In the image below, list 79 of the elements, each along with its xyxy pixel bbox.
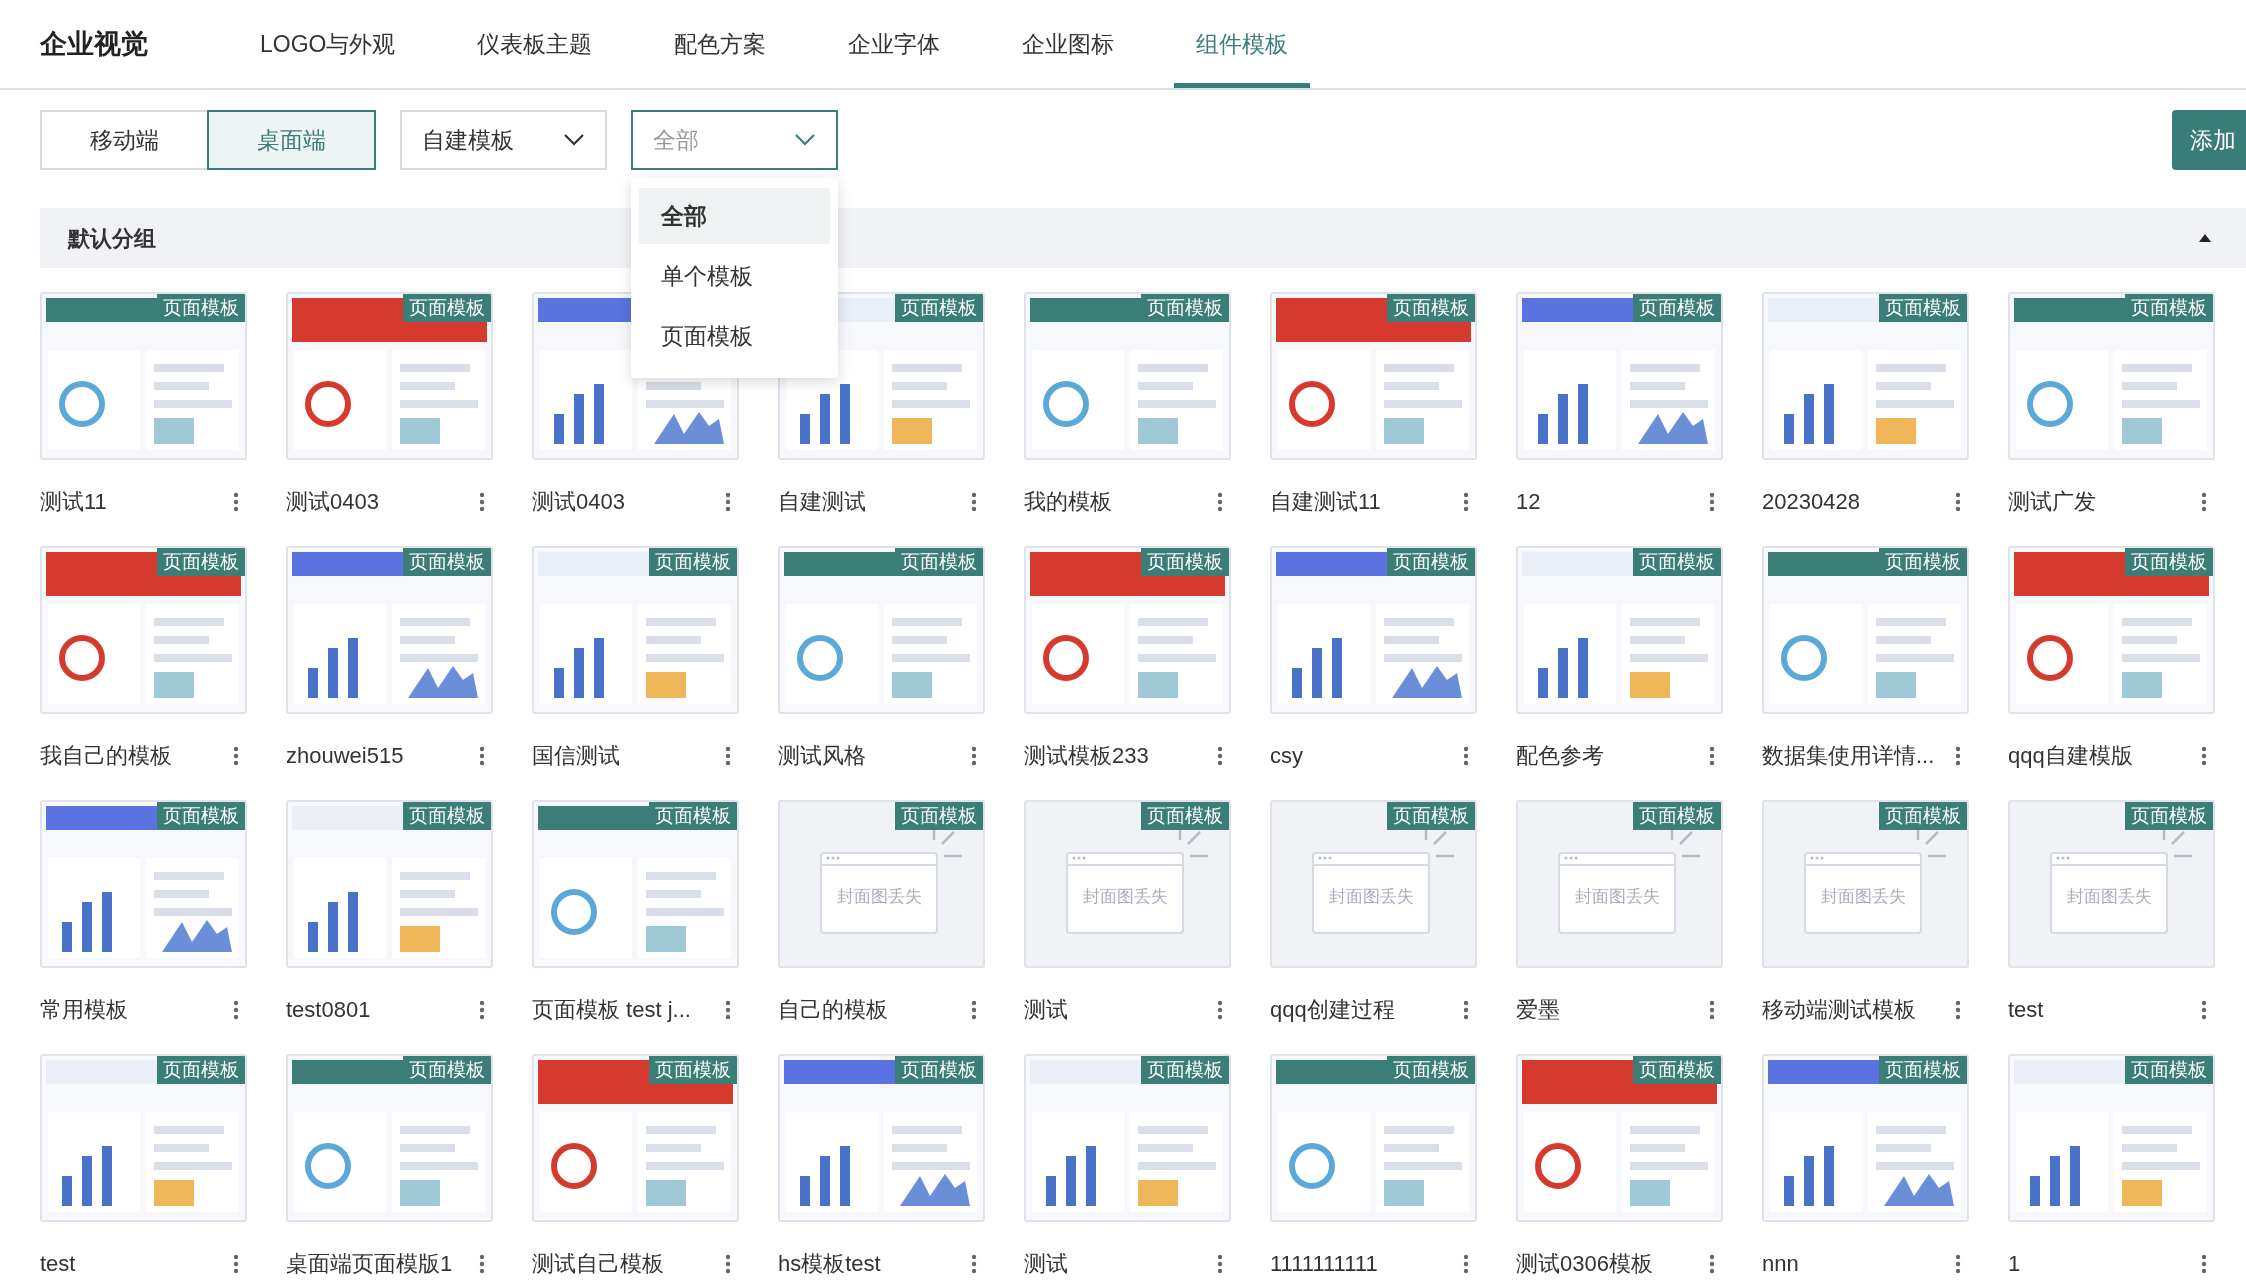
template-tag: 页面模板: [649, 802, 737, 830]
template-name: 桌面端页面模版1: [286, 1250, 453, 1278]
template-name: 12: [1516, 488, 1541, 516]
template-tag: 页面模板: [1141, 294, 1229, 322]
missing-cover-text: 封面图丢失: [1327, 886, 1415, 908]
template-tag: 页面模板: [1879, 802, 1967, 830]
template-name: 配色参考: [1516, 742, 1604, 770]
missing-cover-text: 封面图丢失: [1081, 886, 1169, 908]
template-name: 测试: [1024, 1250, 1068, 1278]
template-tag: 页面模板: [1141, 1056, 1229, 1084]
template-name: 自建测试: [778, 488, 866, 516]
template-tag: 页面模板: [895, 802, 983, 830]
template-name: qqq自建模版: [2008, 742, 2133, 770]
template-name: 测试0306模板: [1516, 1250, 1653, 1278]
template-tag: 页面模板: [649, 548, 737, 576]
template-name: test: [2008, 996, 2044, 1024]
template-name: 测试模板233: [1024, 742, 1149, 770]
template-name: test0801: [286, 996, 371, 1024]
template-name: 移动端测试模板: [1762, 996, 1916, 1024]
template-tag: 页面模板: [403, 548, 491, 576]
template-tag: 页面模板: [1633, 548, 1721, 576]
template-tag: 页面模板: [157, 802, 245, 830]
template-tag: 页面模板: [2125, 294, 2213, 322]
template-name: 1: [2008, 1250, 2021, 1278]
template-tag: 页面模板: [895, 548, 983, 576]
template-name: 页面模板 test j...: [532, 996, 691, 1024]
brand-title: 企业视觉: [40, 27, 148, 61]
template-tag: 页面模板: [1141, 802, 1229, 830]
template-tag: 页面模板: [1879, 294, 1967, 322]
missing-cover-text: 封面图丢失: [1819, 886, 1907, 908]
template-name: 测试自己模板: [532, 1250, 664, 1278]
template-name: csy: [1270, 742, 1303, 770]
group-title: 默认分组: [68, 224, 156, 253]
template-tag: 页面模板: [2125, 802, 2213, 830]
template-name: 测试0403: [286, 488, 379, 516]
missing-cover-text: 封面图丢失: [835, 886, 923, 908]
template-tag: 页面模板: [1633, 802, 1721, 830]
template-tag: 页面模板: [1387, 294, 1475, 322]
template-name: zhouwei515: [286, 742, 404, 770]
template-tag: 页面模板: [157, 1056, 245, 1084]
template-name: 1111111111: [1270, 1250, 1378, 1278]
template-name: 爱墨: [1516, 996, 1560, 1024]
template-tag: 页面模板: [2125, 548, 2213, 576]
template-tag: 页面模板: [1387, 548, 1475, 576]
template-name: 常用模板: [40, 996, 128, 1024]
template-name: 自己的模板: [778, 996, 888, 1024]
template-tag: 页面模板: [1387, 1056, 1475, 1084]
template-tag: 页面模板: [157, 548, 245, 576]
template-name: 测试广发: [2008, 488, 2096, 516]
template-name: 自建测试11: [1270, 488, 1381, 516]
template-tag: 页面模板: [1141, 548, 1229, 576]
template-name: 我自己的模板: [40, 742, 172, 770]
template-tag: 页面模板: [1633, 294, 1721, 322]
template-tag: 页面模板: [1387, 802, 1475, 830]
template-name: test: [40, 1250, 76, 1278]
template-tag: 页面模板: [403, 294, 491, 322]
template-name: hs模板test: [778, 1250, 881, 1278]
missing-cover-text: 封面图丢失: [1573, 886, 1661, 908]
template-tag: 页面模板: [1879, 1056, 1967, 1084]
template-name: qqq创建过程: [1270, 996, 1395, 1024]
template-tag: 页面模板: [157, 294, 245, 322]
template-tag: 页面模板: [895, 1056, 983, 1084]
template-name: 数据集使用详情...: [1762, 742, 1935, 770]
template-name: 20230428: [1762, 488, 1860, 516]
template-tag: 页面模板: [403, 1056, 491, 1084]
template-tag: 页面模板: [895, 294, 983, 322]
template-name: 我的模板: [1024, 488, 1112, 516]
template-name: 测试: [1024, 996, 1068, 1024]
template-tag: 页面模板: [1879, 548, 1967, 576]
template-name: nnn: [1762, 1250, 1799, 1278]
missing-cover-text: 封面图丢失: [2065, 886, 2153, 908]
template-tag: 页面模板: [403, 802, 491, 830]
template-name: 测试11: [40, 488, 107, 516]
template-name: 测试0403: [532, 488, 625, 516]
template-name: 测试风格: [778, 742, 866, 770]
template-tag: 页面模板: [2125, 1056, 2213, 1084]
template-tag: 页面模板: [1633, 1056, 1721, 1084]
template-tag: 页面模板: [649, 1056, 737, 1084]
template-name: 国信测试: [532, 742, 620, 770]
